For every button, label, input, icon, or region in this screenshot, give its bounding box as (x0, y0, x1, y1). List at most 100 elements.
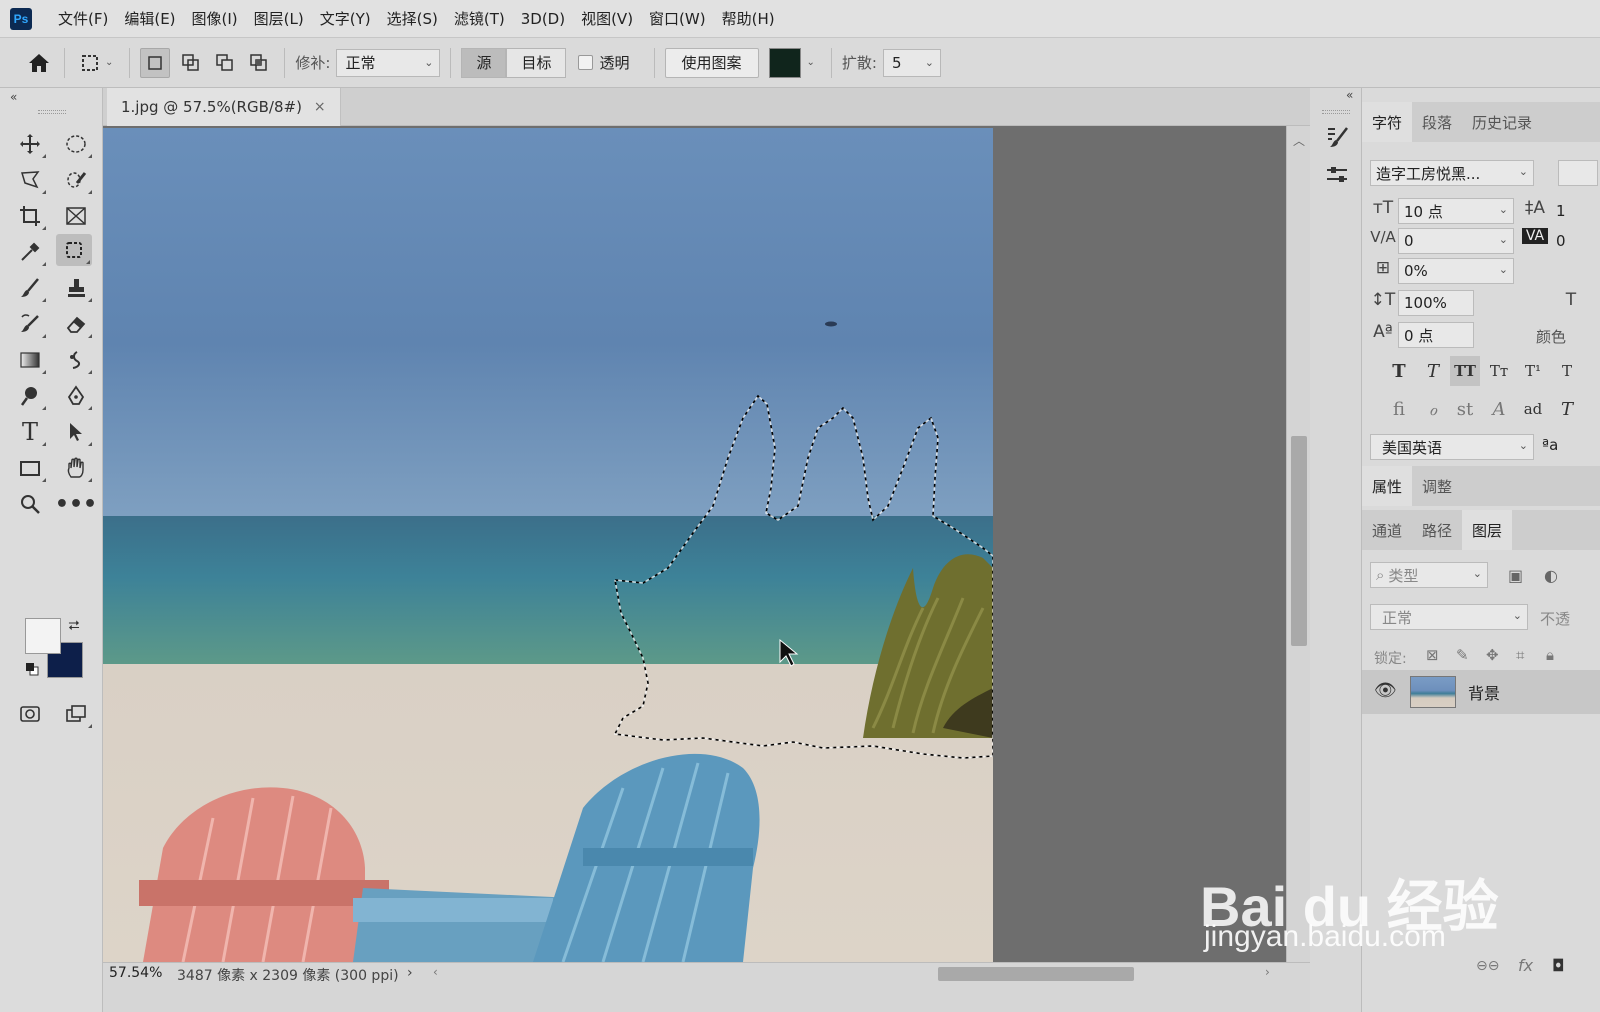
blend-mode-select[interactable]: 正常 ⌄ (1370, 604, 1528, 630)
faux-italic-icon[interactable]: T (1418, 356, 1448, 386)
menu-image[interactable]: 图像(I) (184, 0, 246, 38)
transparent-checkbox[interactable] (578, 55, 594, 70)
close-icon[interactable]: × (314, 99, 326, 115)
image-filter-icon[interactable]: ▣ (1508, 566, 1523, 585)
type-tool-icon[interactable]: T (12, 416, 48, 448)
document-image[interactable] (103, 128, 993, 962)
font-size-field[interactable]: 10 点 ⌄ (1398, 198, 1514, 224)
tab-character[interactable]: 字符 (1362, 102, 1413, 142)
anti-alias-label[interactable]: ªa (1542, 436, 1558, 454)
ellipse-marquee-icon[interactable] (58, 128, 94, 160)
small-caps-icon[interactable]: Tᴛ (1484, 356, 1514, 386)
new-selection-icon[interactable] (140, 47, 171, 78)
hand-tool-icon[interactable] (58, 452, 94, 484)
font-family-select[interactable]: 造字工房悦黑... ⌄ (1370, 160, 1534, 186)
vertical-scrollbar[interactable]: ︿ (1286, 126, 1310, 962)
patch-tool-icon[interactable] (56, 234, 92, 266)
scroll-right-icon[interactable]: › (1265, 965, 1270, 979)
menu-view[interactable]: 视图(V) (573, 0, 641, 38)
all-caps-icon[interactable]: TT (1450, 356, 1480, 386)
lock-artboard-icon[interactable]: ⌗ (1516, 646, 1524, 664)
menu-3d[interactable]: 3D(D) (513, 0, 573, 38)
subtract-selection-icon[interactable] (210, 48, 240, 78)
tab-channels[interactable]: 通道 (1362, 510, 1412, 550)
panel-grip[interactable] (1322, 110, 1350, 114)
status-menu-arrow[interactable]: › (407, 965, 413, 981)
tab-properties[interactable]: 属性 (1362, 466, 1413, 506)
smudge-tool-icon[interactable] (58, 344, 94, 376)
tab-layers[interactable]: 图层 (1462, 510, 1513, 550)
layer-row-background[interactable]: 👁︎ 背景 (1362, 670, 1600, 714)
eraser-icon[interactable] (58, 308, 94, 340)
move-tool-icon[interactable] (12, 128, 48, 160)
adjustments-sliders-icon[interactable] (1322, 160, 1352, 190)
leading-value[interactable]: 1 (1556, 202, 1566, 220)
tab-paragraph[interactable]: 段落 (1412, 102, 1462, 142)
lock-position-icon[interactable]: ✥ (1486, 646, 1499, 664)
horizontal-scroll-thumb[interactable] (938, 967, 1134, 981)
baseline-shift-field[interactable]: 0 点 (1398, 322, 1474, 348)
clone-stamp-icon[interactable] (58, 272, 94, 304)
intersect-selection-icon[interactable] (244, 48, 274, 78)
patch-tool-preset-icon[interactable] (75, 48, 105, 78)
vertical-scroll-thumb[interactable] (1291, 436, 1307, 646)
chevron-down-icon[interactable]: ⌄ (807, 57, 815, 68)
layer-filter-select[interactable]: ⌕ 类型 ⌄ (1370, 562, 1488, 588)
menu-window[interactable]: 窗口(W) (641, 0, 714, 38)
menu-filter[interactable]: 滤镜(T) (446, 0, 513, 38)
faux-bold-icon[interactable]: T (1384, 356, 1414, 386)
polygon-lasso-icon[interactable] (12, 164, 48, 196)
target-button[interactable]: 目标 (506, 47, 567, 78)
canvas-area[interactable] (103, 126, 1286, 962)
collapse-icon[interactable]: « (10, 90, 17, 104)
screen-mode-icon[interactable] (58, 698, 94, 730)
rectangle-tool-icon[interactable] (12, 452, 48, 484)
quick-mask-icon[interactable] (12, 698, 48, 730)
pattern-swatch[interactable] (768, 47, 801, 78)
stylistic-alternates-icon[interactable]: ad (1518, 394, 1548, 424)
source-button[interactable]: 源 (461, 47, 507, 78)
history-brush-icon[interactable] (12, 308, 48, 340)
tab-paths[interactable]: 路径 (1412, 510, 1462, 550)
tsume-field[interactable]: 0% ⌄ (1398, 258, 1514, 284)
fx-icon[interactable]: fx (1518, 956, 1533, 975)
crop-tool-icon[interactable] (12, 200, 48, 232)
add-mask-icon[interactable]: ◘ (1552, 956, 1565, 975)
vertical-scale-field[interactable]: 100% (1398, 290, 1474, 316)
menu-help[interactable]: 帮助(H) (714, 0, 783, 38)
use-pattern-button[interactable]: 使用图案 (664, 47, 759, 78)
menu-select[interactable]: 选择(S) (379, 0, 446, 38)
lock-pixels-icon[interactable]: ✎ (1456, 646, 1469, 664)
collapse-icon[interactable]: « (1346, 88, 1353, 102)
panel-grip[interactable] (38, 110, 66, 114)
gradient-tool-icon[interactable] (12, 344, 48, 376)
superscript-icon[interactable]: T¹ (1518, 356, 1548, 386)
more-tools-icon[interactable]: ••• (55, 488, 97, 520)
eyedropper-icon[interactable] (12, 236, 48, 268)
home-icon[interactable] (24, 48, 54, 78)
titling-alternates-icon[interactable]: T (1552, 394, 1582, 424)
brush-tool-icon[interactable] (12, 272, 48, 304)
old-style-icon[interactable]: ℴ (1418, 394, 1448, 424)
kerning-field[interactable]: 0 ⌄ (1398, 228, 1514, 254)
brush-settings-icon[interactable] (1322, 122, 1352, 152)
diffusion-dropdown[interactable]: 5 ⌄ (882, 48, 941, 77)
adjustment-filter-icon[interactable]: ◐ (1544, 566, 1558, 585)
path-selection-icon[interactable] (58, 416, 94, 448)
tab-history[interactable]: 历史记录 (1462, 102, 1542, 142)
dodge-tool-icon[interactable] (12, 380, 48, 412)
document-tab[interactable]: 1.jpg @ 57.5%(RGB/8#) × (107, 88, 341, 126)
menu-type[interactable]: 文字(Y) (312, 0, 379, 38)
patch-mode-dropdown[interactable]: 正常 ⌄ (336, 48, 441, 77)
lock-all-icon[interactable]: 🔒︎ (1546, 646, 1554, 664)
color-label[interactable]: 颜色 (1536, 326, 1566, 347)
add-selection-icon[interactable] (176, 48, 206, 78)
lock-transparent-icon[interactable]: ⊠ (1426, 646, 1439, 664)
frame-tool-icon[interactable] (58, 200, 94, 232)
tab-adjustments[interactable]: 调整 (1412, 466, 1462, 506)
quick-selection-icon[interactable] (58, 164, 94, 196)
link-layers-icon[interactable]: ⊖⊖ (1476, 958, 1499, 974)
scroll-left-icon[interactable]: ‹ (433, 965, 438, 979)
default-colors-icon[interactable] (20, 658, 44, 680)
pen-tool-icon[interactable] (58, 380, 94, 412)
